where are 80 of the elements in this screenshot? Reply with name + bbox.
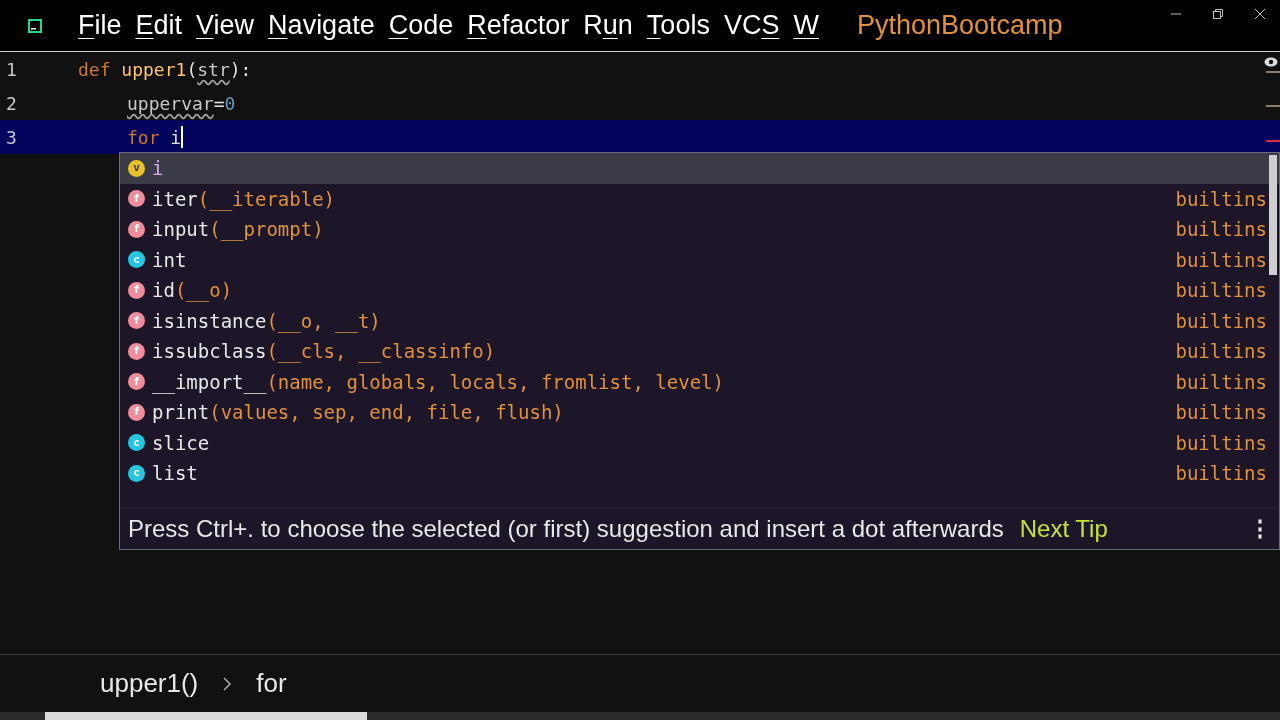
more-options-button[interactable]: ⋮	[1249, 512, 1271, 545]
breadcrumb-item[interactable]: upper1()	[100, 664, 199, 703]
error-marker	[1266, 140, 1280, 142]
chevron-right-icon	[222, 675, 233, 692]
function-badge: f	[128, 403, 145, 421]
suggestion-source: builtins	[1175, 430, 1267, 456]
line-number: 1	[5, 57, 18, 82]
suggestion-item[interactable]: f id(__o) builtins	[120, 275, 1279, 306]
project-name: PythonBootcamp	[856, 12, 1063, 39]
suggestion-params: (values, sep, end, file, flush)	[209, 400, 564, 425]
restore-icon[interactable]	[1212, 8, 1224, 20]
suggestion-source: builtins	[1175, 278, 1267, 303]
suggestion-name: int	[152, 247, 187, 273]
suggestion-item[interactable]: f isinstance(__o, __t) builtins	[120, 305, 1279, 336]
function-badge: f	[128, 281, 145, 299]
menu-item[interactable]: File	[78, 12, 122, 39]
menu-item[interactable]: VCS	[723, 12, 780, 39]
function-badge: f	[128, 220, 145, 238]
class-badge: c	[128, 434, 145, 452]
tip-text: Press Ctrl+. to choose the selected (or first) suggestion and insert a dot afterwards	[128, 513, 1004, 544]
menu-item[interactable]: Edit	[135, 12, 183, 39]
function-badge: f	[128, 373, 145, 391]
suggestion-item[interactable]: f issubclass(__cls, __classinfo) builtins	[120, 336, 1279, 367]
code-text: uppervar=0	[127, 91, 236, 116]
menu-item[interactable]: W	[793, 12, 819, 39]
menu-item[interactable]: Refactor	[467, 12, 570, 39]
suggestion-source: builtins	[1175, 400, 1267, 425]
suggestion-name: isinstance	[152, 308, 267, 334]
suggestion-source: builtins	[1175, 186, 1267, 212]
menu-item[interactable]: Navigate	[268, 12, 375, 39]
close-icon[interactable]	[1254, 8, 1266, 20]
suggestion-params: (__o)	[174, 278, 233, 304]
suggestion-source: builtins	[1175, 308, 1267, 334]
suggestion-name: input	[152, 217, 210, 242]
suggestion-params: (__cls, __classinfo)	[266, 339, 496, 365]
suggestion-name: print	[152, 400, 210, 425]
code-text: def upper1(str):	[78, 57, 252, 82]
suggestion-source: builtins	[1175, 339, 1267, 364]
function-badge: f	[128, 190, 145, 208]
app-logo-icon	[28, 18, 42, 33]
suggestion-source: builtins	[1175, 247, 1267, 273]
suggestion-name: id	[152, 278, 175, 303]
suggestion-source: builtins	[1175, 461, 1267, 486]
line-number: 2	[5, 91, 18, 116]
function-badge: f	[128, 342, 145, 360]
class-badge: c	[128, 251, 145, 269]
suggestion-params: (__iterable)	[197, 186, 336, 213]
suggestion-name: list	[152, 461, 198, 486]
suggestion-item[interactable]: f iter(__iterable) builtins	[120, 183, 1279, 214]
suggestion-item[interactable]: c int builtins	[120, 244, 1279, 275]
suggestion-params: (__o, __t)	[266, 308, 381, 335]
suggestion-name: __import__	[152, 369, 267, 396]
class-badge: c	[128, 464, 145, 482]
suggestion-params: (name, globals, locals, fromlist, level)	[266, 369, 724, 393]
suggestion-name: i	[152, 156, 164, 181]
warning-marker	[1266, 105, 1280, 107]
suggestion-item[interactable]: f __import__(name, globals, locals, fromlist, level) builtins	[120, 366, 1279, 397]
suggestion-params: (__prompt)	[209, 217, 324, 243]
inspection-eye-icon[interactable]	[1264, 57, 1278, 67]
breadcrumb-item[interactable]: for	[256, 664, 287, 703]
suggestion-source: builtins	[1175, 369, 1267, 395]
suggestion-source: builtins	[1175, 217, 1267, 242]
menu-item[interactable]: Run	[583, 12, 633, 39]
suggestion-name: slice	[152, 430, 210, 456]
suggestion-item[interactable]: v i	[120, 153, 1279, 184]
suggestion-item[interactable]: f input(__prompt) builtins	[120, 214, 1279, 245]
suggestion-item[interactable]: f print(values, sep, end, file, flush) builtins	[120, 397, 1279, 428]
suggestion-item[interactable]: c list builtins	[120, 458, 1279, 489]
suggestion-item[interactable]: c slice builtins	[120, 427, 1279, 458]
warning-marker	[1266, 71, 1280, 73]
menu-item[interactable]: Code	[388, 12, 454, 39]
suggestion-name: issubclass	[152, 339, 267, 364]
variable-badge: v	[128, 159, 145, 177]
suggestion-name: iter	[152, 186, 198, 212]
next-tip-link[interactable]: Next Tip	[1019, 510, 1108, 547]
function-badge: f	[128, 312, 145, 330]
line-number: 3	[5, 125, 18, 150]
code-text: for i	[127, 125, 184, 150]
menu-item[interactable]: Tools	[646, 12, 710, 39]
menu-item[interactable]: View	[196, 12, 255, 39]
